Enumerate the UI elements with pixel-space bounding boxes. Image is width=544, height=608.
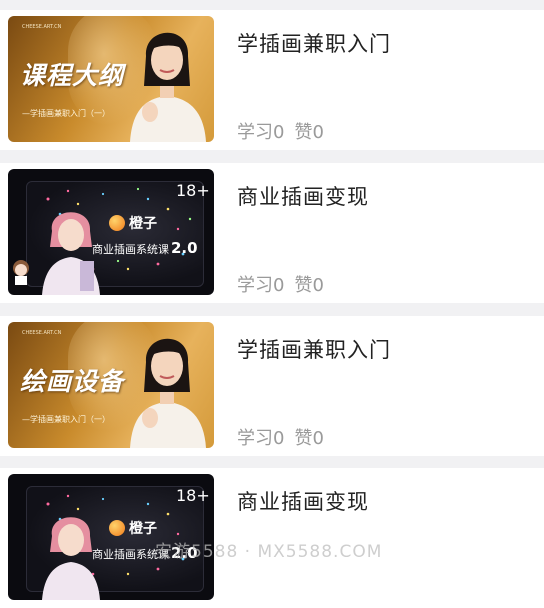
- thumbnail-site-label: CHEESE.ART.CN: [22, 24, 62, 30]
- course-card[interactable]: CHEESE.ART.CN 课程大纲 —学插画兼职入门（一） 学插画兼职入门 学…: [0, 10, 544, 150]
- course-stats: 学习0 赞0: [237, 424, 324, 450]
- brand-logo-icon: [109, 215, 125, 231]
- like-count: 赞0: [294, 122, 324, 143]
- age-rating-badge: 18+: [176, 486, 210, 505]
- age-rating-badge: 18+: [176, 181, 210, 200]
- course-title[interactable]: 商业插画变现: [237, 181, 369, 211]
- thumbnail-brand: 橙子: [129, 216, 157, 232]
- course-thumbnail[interactable]: CHEESE.ART.CN 课程大纲 —学插画兼职入门（一）: [8, 16, 214, 142]
- thumbnail-site-label: CHEESE.ART.CN: [22, 330, 62, 336]
- thumbnail-subtitle: —学插画兼职入门（一）: [22, 415, 110, 424]
- like-count: 赞0: [294, 428, 324, 449]
- brand-logo-icon: [109, 520, 125, 536]
- course-thumbnail[interactable]: 18+ 橙子 商业插画系统课 2.0: [8, 169, 214, 295]
- course-title[interactable]: 学插画兼职入门: [237, 28, 391, 58]
- thumbnail-headline: 绘画设备: [20, 367, 125, 396]
- learn-count: 学习0: [237, 122, 285, 143]
- course-stats: 学习0 赞0: [237, 271, 324, 297]
- thumbnail-course-name: 商业插画系统课 2.0: [92, 239, 198, 257]
- course-title[interactable]: 商业插画变现: [237, 486, 369, 516]
- watermark: 安游5588 · MX5588.COM: [155, 542, 383, 562]
- learn-count: 学习0: [237, 275, 285, 296]
- course-title[interactable]: 学插画兼职入门: [237, 334, 391, 364]
- thumbnail-brand: 橙子: [129, 521, 157, 537]
- thumbnail-headline: 课程大纲: [20, 61, 125, 90]
- learn-count: 学习0: [237, 428, 285, 449]
- course-thumbnail[interactable]: CHEESE.ART.CN 绘画设备 —学插画兼职入门（一）: [8, 322, 214, 448]
- instructor-portrait: [130, 338, 206, 448]
- thumbnail-subtitle: —学插画兼职入门（一）: [22, 109, 110, 118]
- course-stats: 学习0 赞0: [237, 118, 324, 144]
- course-card[interactable]: CHEESE.ART.CN 绘画设备 —学插画兼职入门（一） 学插画兼职入门 学…: [0, 316, 544, 456]
- instructor-portrait: [130, 32, 206, 142]
- course-card[interactable]: 18+ 橙子 商业插画系统课 2.0 商业插画变现 学习0 赞0: [0, 163, 544, 303]
- like-count: 赞0: [294, 275, 324, 296]
- thumbnail-chibi-art: [13, 260, 29, 285]
